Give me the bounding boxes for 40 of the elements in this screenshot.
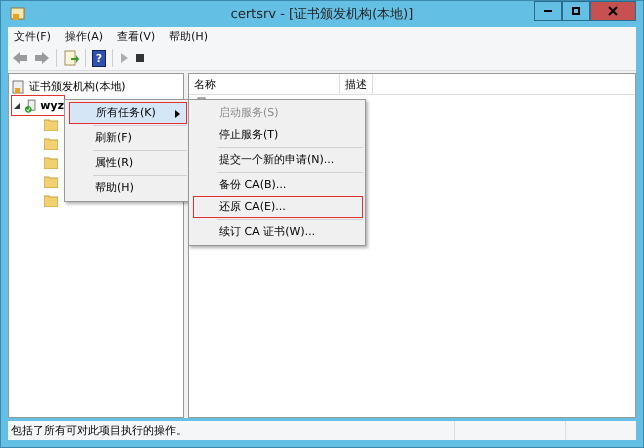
menu-item[interactable]: 续订 CA 证书(W)... (193, 218, 363, 243)
menu-item[interactable]: 备份 CA(B)... (193, 171, 363, 196)
expand-icon[interactable] (14, 102, 21, 108)
folder-icon[interactable] (44, 194, 58, 206)
export-list-icon[interactable] (63, 50, 79, 66)
submenu-arrow-icon (175, 110, 180, 118)
close-icon (608, 6, 618, 16)
console-icon (10, 6, 26, 22)
folder-icon[interactable] (44, 156, 58, 168)
maximize-button[interactable] (562, 1, 590, 21)
column-header[interactable]: 名称 (189, 74, 340, 94)
maximize-icon (572, 7, 580, 15)
tree-item[interactable]: wyz (12, 96, 64, 115)
menu-item[interactable]: 帮助(H) (69, 177, 187, 199)
menu-item[interactable]: 刷新(F) (69, 127, 187, 149)
menu-item[interactable]: 属性(R) (69, 152, 187, 174)
status-text: 包括了所有可对此项目执行的操作。 (10, 423, 188, 438)
folder-icon[interactable] (44, 176, 58, 188)
folder-icon[interactable] (44, 118, 58, 130)
minimize-icon (544, 10, 552, 12)
folder-icon[interactable] (44, 138, 58, 150)
forward-arrow-icon[interactable] (34, 51, 50, 65)
minimize-button[interactable] (534, 1, 562, 21)
stop-icon[interactable] (135, 53, 145, 63)
menu-item[interactable]: 所有任务(K) (69, 102, 187, 124)
window-title: certsrv - [证书颁发机构(本地)] (230, 6, 414, 23)
column-header[interactable]: 描述 (340, 74, 373, 94)
menu-item[interactable]: 还原 CA(E)... (193, 196, 363, 218)
certificate-authority-icon (12, 80, 26, 94)
tree-item[interactable]: 证书颁发机构(本地) (29, 79, 126, 94)
help-button[interactable]: ? (92, 50, 106, 66)
menu-item[interactable]: 查看(V) (117, 29, 156, 44)
menu-item[interactable]: 提交一个新的申请(N)... (193, 146, 363, 171)
menu-item[interactable]: 停止服务(T) (193, 124, 363, 146)
server-check-icon (24, 98, 38, 114)
menu-item[interactable]: 帮助(H) (169, 29, 208, 44)
menu-item[interactable]: 文件(F) (14, 29, 51, 44)
menu-item[interactable]: 操作(A) (64, 29, 104, 44)
close-button[interactable] (590, 1, 636, 21)
back-arrow-icon[interactable] (12, 51, 28, 65)
